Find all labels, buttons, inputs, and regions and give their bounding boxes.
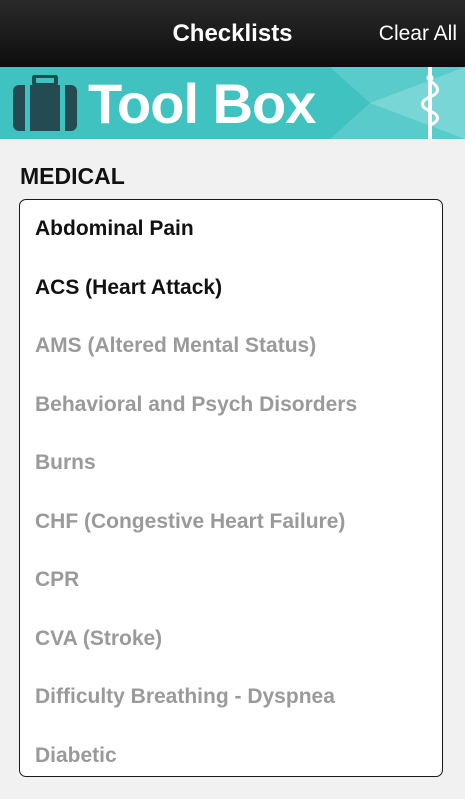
checklist-item[interactable]: Diabetic — [35, 741, 117, 771]
checklist-item[interactable]: Behavioral and Psych Disorders — [35, 390, 357, 420]
checklist-item[interactable]: CVA (Stroke) — [35, 624, 162, 654]
checklist-item[interactable]: ACS (Heart Attack) — [35, 273, 222, 303]
caduceus-staff-icon — [410, 67, 450, 139]
section-heading-medical: MEDICAL — [20, 163, 125, 189]
checklist-item[interactable]: AMS (Altered Mental Status) — [35, 331, 316, 361]
checklist-list: Abdominal Pain ACS (Heart Attack) AMS (Alt… — [19, 199, 443, 777]
checklist-item[interactable]: CHF (Congestive Heart Failure) — [35, 507, 345, 537]
banner-brand: Tool Box — [88, 72, 316, 135]
toolbox-banner: Tool Box — [0, 67, 465, 139]
checklist-item[interactable]: Burns — [35, 448, 96, 478]
checklist-item[interactable]: Difficulty Breathing - Dyspnea — [35, 682, 335, 712]
checklist-item[interactable]: Abdominal Pain — [35, 214, 194, 244]
top-bar: Checklists Clear All — [0, 0, 465, 67]
clear-all-button[interactable]: Clear All — [379, 22, 457, 46]
checklist-item[interactable]: CPR — [35, 565, 79, 595]
briefcase-icon — [12, 74, 78, 138]
